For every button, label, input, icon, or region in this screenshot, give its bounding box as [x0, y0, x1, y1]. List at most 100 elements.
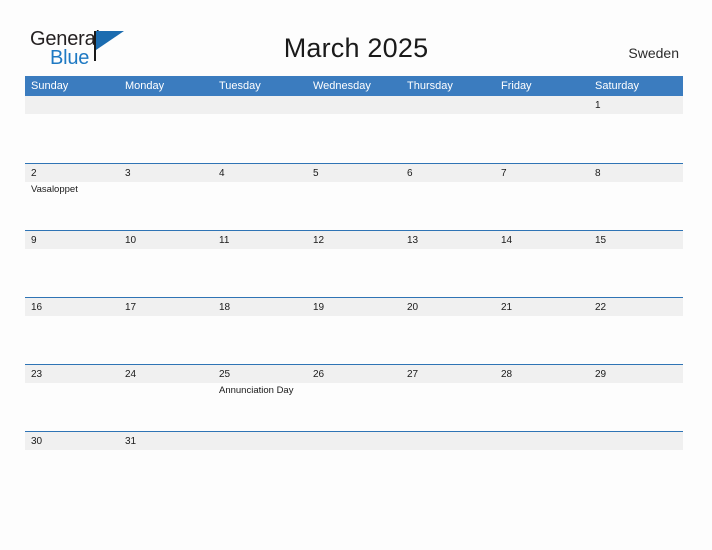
day-event	[213, 450, 307, 499]
week-date-band: 1	[25, 96, 683, 114]
day-number[interactable]: 7	[495, 164, 589, 182]
day-number[interactable]: 6	[401, 164, 495, 182]
day-number[interactable]: 20	[401, 298, 495, 316]
day-number[interactable]: 16	[25, 298, 119, 316]
weekday-header-saturday: Saturday	[595, 80, 640, 92]
day-number[interactable]	[25, 96, 119, 114]
day-event	[401, 114, 495, 163]
day-number[interactable]: 1	[589, 96, 683, 114]
day-number[interactable]	[119, 96, 213, 114]
day-number[interactable]: 27	[401, 365, 495, 383]
day-number[interactable]: 3	[119, 164, 213, 182]
day-number[interactable]: 5	[307, 164, 401, 182]
day-event: Vasaloppet	[31, 184, 78, 195]
day-event	[213, 316, 307, 365]
day-number[interactable]: 31	[119, 432, 213, 450]
day-event	[213, 182, 307, 231]
day-number[interactable]: 15	[589, 231, 683, 249]
week-date-band: 9 10 11 12 13 14 15	[25, 231, 683, 249]
day-event	[307, 249, 401, 298]
day-number[interactable]: 12	[307, 231, 401, 249]
day-event	[589, 383, 683, 432]
day-event: Annunciation Day	[219, 385, 294, 396]
day-event	[119, 383, 213, 432]
day-event	[25, 249, 119, 298]
week-event-layer: Vasaloppet	[25, 182, 683, 231]
week-event-layer	[25, 316, 683, 365]
day-number[interactable]: 22	[589, 298, 683, 316]
day-event	[307, 182, 401, 231]
country-label: Sweden	[628, 45, 679, 61]
day-number[interactable]: 25	[213, 365, 307, 383]
day-event	[589, 450, 683, 499]
day-event	[307, 114, 401, 163]
day-number[interactable]: 21	[495, 298, 589, 316]
day-number[interactable]	[495, 432, 589, 450]
day-number[interactable]: 10	[119, 231, 213, 249]
page-title: March 2025	[283, 33, 429, 63]
day-event	[25, 450, 119, 499]
day-number[interactable]: 18	[213, 298, 307, 316]
day-number[interactable]: 17	[119, 298, 213, 316]
week-event-layer	[25, 450, 683, 499]
day-number[interactable]: 26	[307, 365, 401, 383]
day-number[interactable]: 14	[495, 231, 589, 249]
week-event-layer	[25, 249, 683, 298]
week-row: 23 24 25 26 27 28 29 Annunciation Day	[25, 364, 683, 431]
day-number[interactable]: 30	[25, 432, 119, 450]
day-number[interactable]	[307, 432, 401, 450]
calendar-page: General Blue March 2025 Sweden Sunday Mo…	[0, 0, 712, 550]
day-number[interactable]: 23	[25, 365, 119, 383]
week-date-band: 23 24 25 26 27 28 29	[25, 365, 683, 383]
week-row: 9 10 11 12 13 14 15	[25, 230, 683, 297]
day-event	[589, 249, 683, 298]
day-event	[495, 316, 589, 365]
day-event	[495, 450, 589, 499]
day-event	[119, 114, 213, 163]
day-number[interactable]: 13	[401, 231, 495, 249]
day-event	[307, 383, 401, 432]
day-number[interactable]	[213, 432, 307, 450]
day-number[interactable]	[213, 96, 307, 114]
day-event	[495, 182, 589, 231]
weekday-header-friday: Friday	[501, 80, 532, 92]
week-row: 30 31	[25, 431, 683, 459]
day-event	[401, 383, 495, 432]
day-event	[589, 114, 683, 163]
day-number[interactable]: 29	[589, 365, 683, 383]
day-number[interactable]: 8	[589, 164, 683, 182]
day-number[interactable]	[307, 96, 401, 114]
day-event	[25, 383, 119, 432]
day-event	[307, 316, 401, 365]
day-number[interactable]: 9	[25, 231, 119, 249]
day-number[interactable]: 24	[119, 365, 213, 383]
day-number[interactable]: 28	[495, 365, 589, 383]
day-number[interactable]	[495, 96, 589, 114]
day-number[interactable]	[401, 432, 495, 450]
day-number[interactable]: 11	[213, 231, 307, 249]
day-event	[213, 114, 307, 163]
day-event	[119, 450, 213, 499]
calendar-grid: Sunday Monday Tuesday Wednesday Thursday…	[25, 76, 683, 459]
week-date-band: 16 17 18 19 20 21 22	[25, 298, 683, 316]
week-date-band: 30 31	[25, 432, 683, 450]
day-event	[589, 182, 683, 231]
weekday-header-monday: Monday	[125, 80, 165, 92]
day-event	[495, 383, 589, 432]
day-event	[25, 114, 119, 163]
day-number[interactable]: 4	[213, 164, 307, 182]
day-number[interactable]	[589, 432, 683, 450]
day-event	[401, 316, 495, 365]
day-number[interactable]: 19	[307, 298, 401, 316]
day-number[interactable]	[401, 96, 495, 114]
day-number[interactable]: 2	[25, 164, 119, 182]
day-event	[401, 249, 495, 298]
day-event	[495, 249, 589, 298]
week-event-layer	[25, 114, 683, 163]
day-event	[307, 450, 401, 499]
weekday-header-wednesday: Wednesday	[313, 80, 371, 92]
day-event	[119, 182, 213, 231]
weekday-header-thursday: Thursday	[407, 80, 453, 92]
day-event	[401, 182, 495, 231]
weekday-header-row: Sunday Monday Tuesday Wednesday Thursday…	[25, 76, 683, 96]
